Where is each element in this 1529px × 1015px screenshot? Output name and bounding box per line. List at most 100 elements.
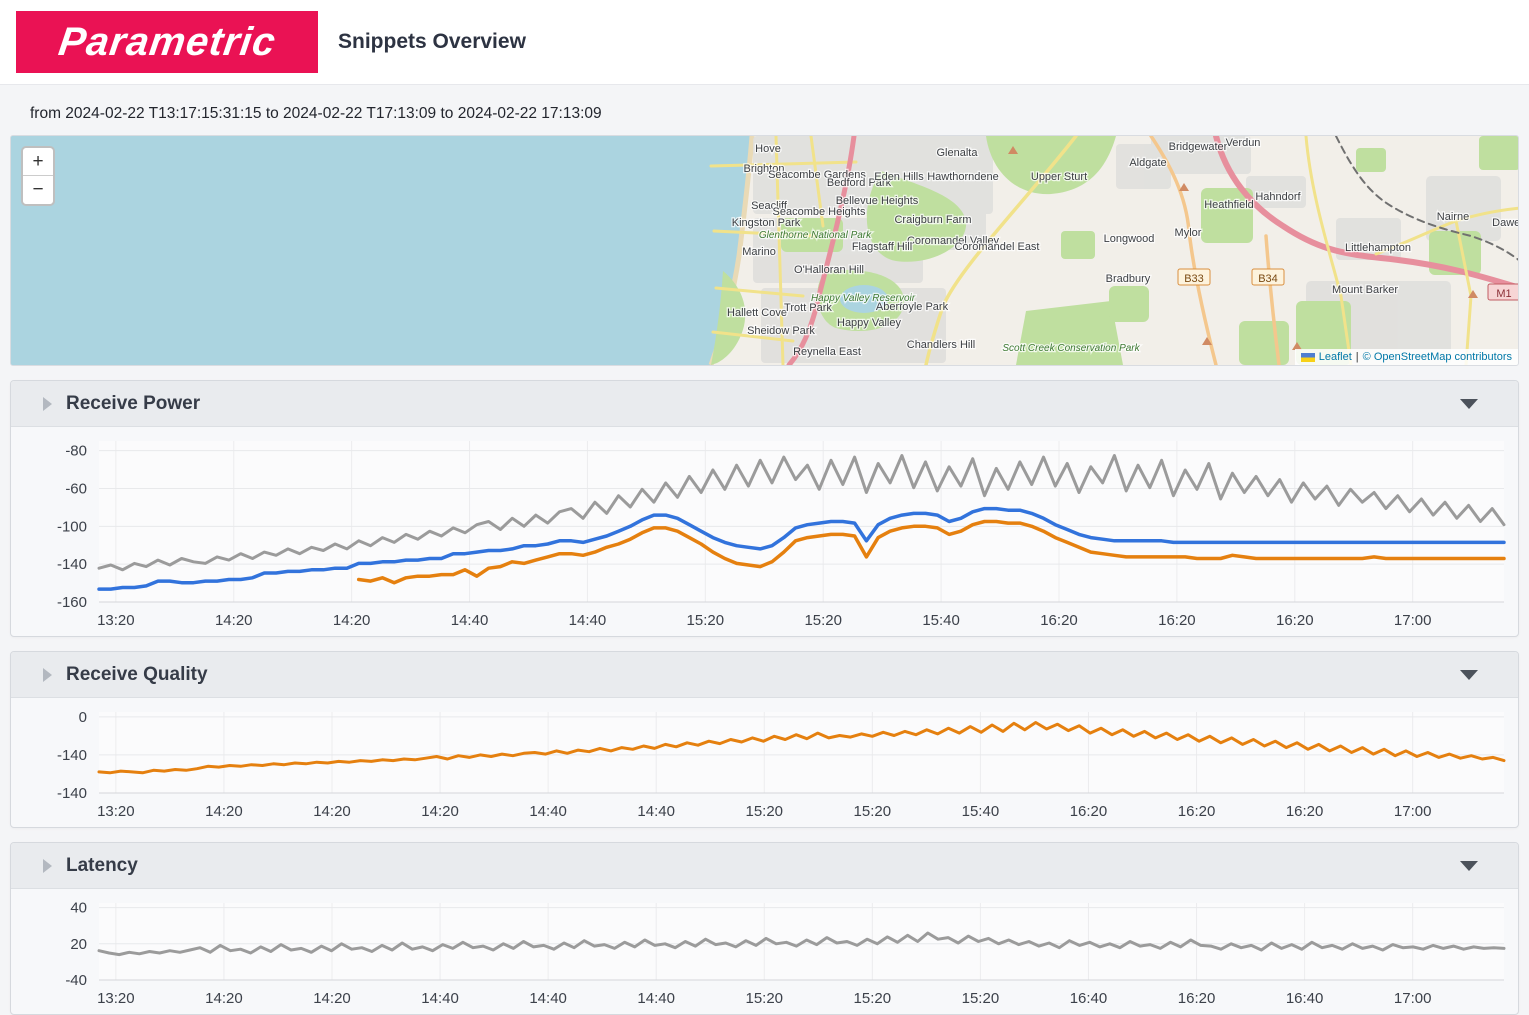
parametric-logo: Parametric <box>16 11 318 73</box>
map-label: Bradbury <box>1106 273 1151 285</box>
svg-text:-140: -140 <box>57 556 87 573</box>
svg-text:15:20: 15:20 <box>687 612 725 629</box>
osm-contributors-link[interactable]: © OpenStreetMap contributors <box>1363 351 1512 363</box>
svg-text:14:20: 14:20 <box>215 612 253 629</box>
svg-text:16:20: 16:20 <box>1178 803 1216 820</box>
leaflet-link[interactable]: Leaflet <box>1319 351 1352 363</box>
logo-text: Parametric <box>55 20 278 65</box>
chevron-right-icon <box>43 859 52 873</box>
svg-text:15:20: 15:20 <box>854 990 892 1007</box>
svg-text:40: 40 <box>70 900 87 917</box>
svg-text:-60: -60 <box>65 480 87 497</box>
map-label: Mount Barker <box>1332 284 1398 296</box>
svg-text:17:00: 17:00 <box>1394 612 1432 629</box>
svg-text:20: 20 <box>70 936 87 953</box>
svg-text:15:20: 15:20 <box>854 803 892 820</box>
collapse-caret-icon[interactable] <box>1460 861 1478 871</box>
svg-text:14:40: 14:40 <box>529 990 567 1007</box>
svg-text:-80: -80 <box>65 443 87 460</box>
svg-text:16:40: 16:40 <box>1286 990 1324 1007</box>
map-label: O'Halloran Hill <box>794 264 864 276</box>
svg-text:-140: -140 <box>57 785 87 802</box>
panel-title: Receive Power <box>66 393 1460 415</box>
map-attribution: Leaflet | © OpenStreetMap contributors <box>1295 349 1518 365</box>
svg-text:14:40: 14:40 <box>451 612 489 629</box>
road-shield-label: B33 <box>1184 273 1204 285</box>
svg-text:14:20: 14:20 <box>333 612 371 629</box>
svg-text:16:20: 16:20 <box>1178 990 1216 1007</box>
svg-text:14:40: 14:40 <box>421 990 459 1007</box>
map-label: Heathfield <box>1204 199 1254 211</box>
svg-text:-100: -100 <box>57 518 87 535</box>
panel-receive-power: Receive Power 13:20 14:20 14:20 14:40 14:40 1… <box>10 380 1519 637</box>
map-label: Verdun <box>1226 137 1261 149</box>
svg-text:17:00: 17:00 <box>1394 803 1432 820</box>
map-canvas: B33B34M1 HoveBrightonSeacombe GardensBed… <box>11 136 1519 365</box>
map-label: Sheidow Park <box>747 325 815 337</box>
attribution-separator: | <box>1356 351 1359 363</box>
panel-latency: Latency 13:2014:2014:2014:4014:4014:4015… <box>10 842 1519 1015</box>
collapse-caret-icon[interactable] <box>1460 670 1478 680</box>
panel-title: Latency <box>66 855 1460 877</box>
map-label: Longwood <box>1104 233 1155 245</box>
latency-chart: 13:2014:2014:2014:4014:4014:4015:2015:20… <box>11 889 1518 1014</box>
receive-quality-chart: 13:2014:2014:2014:2014:4014:4015:2015:20… <box>11 698 1518 827</box>
time-range-label: from 2024-02-22 T13:17:15:31:15 to 2024-… <box>30 105 1529 123</box>
chevron-right-icon <box>43 397 52 411</box>
svg-text:15:20: 15:20 <box>962 990 1000 1007</box>
svg-text:16:20: 16:20 <box>1276 612 1314 629</box>
map-label: Nairne <box>1437 211 1469 223</box>
map-label: Kingston Park <box>732 217 801 229</box>
map-label: Reynella East <box>793 346 861 358</box>
svg-text:-40: -40 <box>65 972 87 989</box>
map-label: Glenalta <box>937 147 979 159</box>
svg-text:14:40: 14:40 <box>529 803 567 820</box>
map-label: Hove <box>755 143 781 155</box>
road-shield-label: B34 <box>1258 273 1278 285</box>
map-label: Eden Hills <box>874 171 924 183</box>
zoom-in-button[interactable]: + <box>23 148 53 176</box>
map-zoom-control: + − <box>21 146 55 206</box>
map-label: Hahndorf <box>1255 191 1301 203</box>
svg-text:14:20: 14:20 <box>205 990 243 1007</box>
svg-text:16:20: 16:20 <box>1158 612 1196 629</box>
svg-text:-140: -140 <box>57 747 87 764</box>
svg-text:13:20: 13:20 <box>97 803 135 820</box>
svg-text:14:40: 14:40 <box>637 990 675 1007</box>
svg-text:16:20: 16:20 <box>1286 803 1324 820</box>
panel-receive-quality: Receive Quality 13:20 14:20 14:20 14:20 14:4… <box>10 651 1519 828</box>
svg-text:13:20: 13:20 <box>97 612 135 629</box>
svg-text:16:40: 16:40 <box>1070 990 1108 1007</box>
svg-text:14:40: 14:40 <box>637 803 675 820</box>
map-label: Bridgewater <box>1169 141 1228 153</box>
svg-text:14:20: 14:20 <box>205 803 243 820</box>
svg-text:0: 0 <box>79 709 87 726</box>
latency-header[interactable]: Latency <box>11 843 1518 889</box>
receive-power-header[interactable]: Receive Power <box>11 381 1518 427</box>
page-title: Snippets Overview <box>338 30 526 54</box>
map-label: Dawesley <box>1492 217 1519 229</box>
receive-quality-header[interactable]: Receive Quality <box>11 652 1518 698</box>
map-label: Upper Sturt <box>1031 171 1087 183</box>
collapse-caret-icon[interactable] <box>1460 399 1478 409</box>
svg-text:15:20: 15:20 <box>745 990 783 1007</box>
svg-text:14:40: 14:40 <box>569 612 607 629</box>
svg-text:15:40: 15:40 <box>922 612 960 629</box>
road-shield-label: M1 <box>1496 288 1511 300</box>
map-label: Coromandel East <box>955 241 1040 253</box>
svg-text:16:20: 16:20 <box>1070 803 1108 820</box>
map-label: Marino <box>742 246 776 258</box>
top-bar: Parametric Snippets Overview <box>0 0 1529 85</box>
map-label: Happy Valley <box>837 317 901 329</box>
map-label: Chandlers Hill <box>907 339 975 351</box>
map-label: Flagstaff Hill <box>852 241 912 253</box>
map-label: Aldgate <box>1129 157 1166 169</box>
svg-text:17:00: 17:00 <box>1394 990 1432 1007</box>
map-label: Scott Creek Conservation Park <box>1002 343 1140 354</box>
zoom-out-button[interactable]: − <box>23 176 53 204</box>
panel-title: Receive Quality <box>66 664 1460 686</box>
svg-text:14:20: 14:20 <box>313 803 351 820</box>
chevron-right-icon <box>43 668 52 682</box>
map[interactable]: B33B34M1 HoveBrightonSeacombe GardensBed… <box>10 135 1519 366</box>
svg-text:14:20: 14:20 <box>421 803 459 820</box>
